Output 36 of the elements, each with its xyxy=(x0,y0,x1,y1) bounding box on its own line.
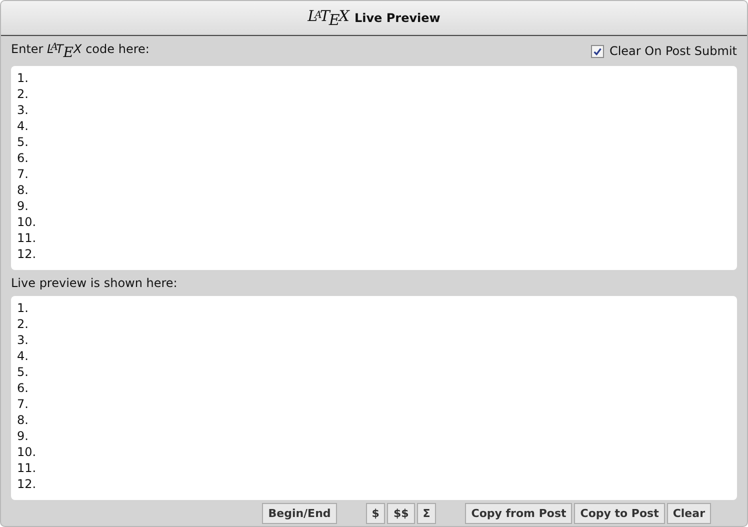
line-number: 8. xyxy=(17,182,30,198)
line-number: 2. xyxy=(17,86,30,102)
line-number: 11. xyxy=(17,460,38,476)
line-number: 1. xyxy=(17,70,30,86)
toolbar-button[interactable]: $$ xyxy=(387,503,415,524)
checkbox-label: Clear On Post Submit xyxy=(609,44,737,58)
line-number: 11. xyxy=(17,230,38,246)
code-editor[interactable]: 1. 2. 3. 4. 5. 6. 7. 8. 9. 10. 11. 12. xyxy=(11,66,737,270)
toolbar-button[interactable]: Σ xyxy=(416,503,436,524)
line-number: 4. xyxy=(17,348,30,364)
line-number: 2. xyxy=(17,316,30,332)
line-number: 7. xyxy=(17,166,30,182)
checkbox[interactable] xyxy=(591,44,604,58)
line-number: 7. xyxy=(17,396,30,412)
line-number: 3. xyxy=(17,102,30,118)
line-number: 9. xyxy=(17,198,30,214)
toolbar-button[interactable]: $ xyxy=(366,503,386,524)
line-number: 5. xyxy=(17,364,30,380)
line-number: 6. xyxy=(17,150,30,166)
line-number: 12. xyxy=(17,246,38,262)
line-number: 6. xyxy=(17,380,30,396)
line-number: 1. xyxy=(17,300,30,316)
line-number: 10. xyxy=(17,444,38,460)
line-number: 3. xyxy=(17,332,30,348)
window-title: Live Preview xyxy=(354,11,440,25)
line-number: 4. xyxy=(17,118,30,134)
toolbar-button[interactable]: Begin/End xyxy=(262,503,337,524)
toolbar-button[interactable]: Clear xyxy=(666,503,711,524)
line-number: 9. xyxy=(17,428,30,444)
toolbar-button[interactable]: Copy to Post xyxy=(574,503,665,524)
preview-label: Live preview is shown here: xyxy=(11,276,178,290)
line-number: 10. xyxy=(17,214,38,230)
line-number: 12. xyxy=(17,476,38,492)
toolbar-button[interactable]: Copy from Post xyxy=(465,503,572,524)
line-number: 5. xyxy=(17,134,30,150)
line-number: 8. xyxy=(17,412,30,428)
